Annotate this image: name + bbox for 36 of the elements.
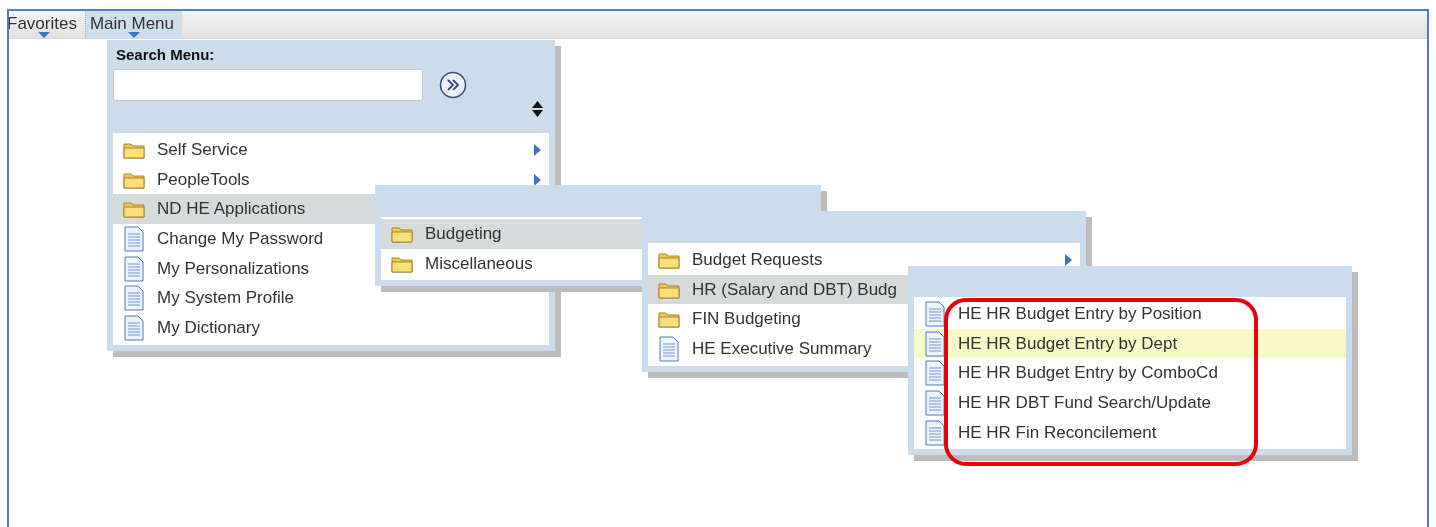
folder-icon — [658, 280, 680, 299]
menu-item[interactable]: HE HR Budget Entry by ComboCd — [914, 358, 1346, 389]
menu-bar-item[interactable]: Favorites — [9, 11, 86, 38]
folder-icon — [391, 224, 413, 243]
document-icon — [658, 335, 680, 362]
submenu-arrow-icon — [1065, 253, 1072, 266]
folder-icon — [123, 170, 145, 189]
menu-item[interactable]: My Dictionary — [113, 313, 549, 343]
search-label: Search Menu: — [115, 45, 216, 63]
submenu-arrow-icon — [534, 173, 541, 186]
document-icon — [924, 300, 946, 327]
menu-item[interactable]: HE HR DBT Fund Search/Update — [914, 388, 1346, 418]
folder-icon — [658, 310, 680, 329]
document-icon — [123, 225, 145, 252]
menu-item[interactable]: My System Profile — [113, 283, 549, 314]
submenu-arrow-icon — [534, 143, 541, 156]
search-field[interactable] — [113, 69, 423, 101]
document-icon — [123, 285, 145, 312]
document-icon — [924, 419, 946, 446]
go-button-icon[interactable] — [439, 71, 467, 99]
menu-item[interactable]: HE HR Fin Reconcilement — [914, 417, 1346, 448]
menu-item[interactable]: Self Service — [113, 135, 549, 165]
document-icon — [924, 389, 946, 416]
folder-icon — [391, 254, 413, 273]
document-icon — [924, 330, 946, 357]
folder-icon — [123, 200, 145, 219]
document-icon — [123, 255, 145, 282]
menu-item[interactable]: HE HR Budget Entry by Dept — [914, 328, 1346, 359]
caret-icon — [127, 32, 140, 38]
menu-bar-item[interactable]: Main Menu — [85, 11, 183, 38]
folder-icon — [123, 140, 145, 159]
caret-icon — [37, 32, 50, 38]
document-icon — [123, 314, 145, 341]
document-icon — [924, 360, 946, 387]
sort-icon[interactable] — [532, 101, 543, 117]
folder-icon — [658, 250, 680, 269]
